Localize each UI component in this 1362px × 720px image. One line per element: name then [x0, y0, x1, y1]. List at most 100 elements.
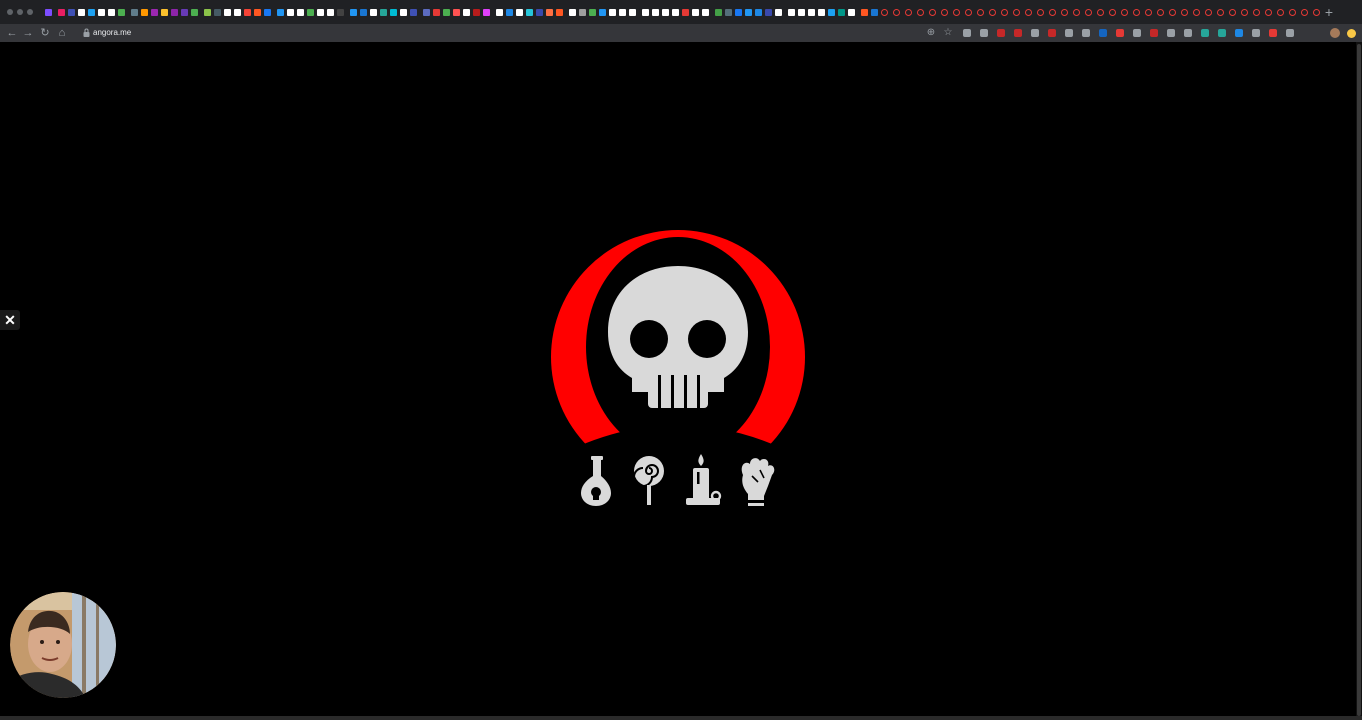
- pinned-tab[interactable]: [1289, 9, 1296, 16]
- pinned-tab[interactable]: [546, 9, 553, 16]
- pinned-tab[interactable]: [516, 9, 523, 16]
- extension-icon[interactable]: [1201, 29, 1209, 37]
- pinned-tab[interactable]: [1001, 9, 1008, 16]
- pinned-tab[interactable]: [798, 9, 805, 16]
- zoom-icon[interactable]: ⊕: [925, 25, 937, 41]
- extension-icon[interactable]: [1184, 29, 1192, 37]
- extension-icon[interactable]: [1252, 29, 1260, 37]
- extension-icon[interactable]: [1286, 29, 1294, 37]
- pinned-tab[interactable]: [905, 9, 912, 16]
- pinned-tab[interactable]: [88, 9, 95, 16]
- pinned-tab[interactable]: [496, 9, 503, 16]
- pinned-tab[interactable]: [917, 9, 924, 16]
- extension-icon[interactable]: [1269, 29, 1277, 37]
- pinned-tab[interactable]: [599, 9, 606, 16]
- pinned-tab[interactable]: [1085, 9, 1092, 16]
- pinned-tab[interactable]: [702, 9, 709, 16]
- pinned-tab[interactable]: [463, 9, 470, 16]
- pinned-tab[interactable]: [506, 9, 513, 16]
- pinned-tab[interactable]: [307, 9, 314, 16]
- close-panel-button[interactable]: ✕: [0, 310, 20, 330]
- pinned-tab[interactable]: [108, 9, 115, 16]
- extension-icon[interactable]: [1082, 29, 1090, 37]
- extension-icon[interactable]: [1116, 29, 1124, 37]
- pinned-tab[interactable]: [370, 9, 377, 16]
- pinned-tab[interactable]: [725, 9, 732, 16]
- pinned-tab[interactable]: [715, 9, 722, 16]
- pinned-tab[interactable]: [1061, 9, 1068, 16]
- pinned-tab[interactable]: [380, 9, 387, 16]
- pinned-tab[interactable]: [473, 9, 480, 16]
- pinned-tab[interactable]: [619, 9, 626, 16]
- pinned-tab[interactable]: [755, 9, 762, 16]
- pinned-tab[interactable]: [861, 9, 868, 16]
- pinned-tab[interactable]: [1133, 9, 1140, 16]
- home-button[interactable]: ⌂: [55, 25, 69, 41]
- pinned-tab[interactable]: [277, 9, 284, 16]
- pinned-tab[interactable]: [118, 9, 125, 16]
- pinned-tab[interactable]: [775, 9, 782, 16]
- pinned-tab[interactable]: [131, 9, 138, 16]
- pinned-tab[interactable]: [589, 9, 596, 16]
- pinned-tab[interactable]: [941, 9, 948, 16]
- window-zoom-control[interactable]: [27, 9, 33, 15]
- pinned-tab[interactable]: [1253, 9, 1260, 16]
- pinned-tab[interactable]: [141, 9, 148, 16]
- extension-icon[interactable]: [997, 29, 1005, 37]
- bookmark-star-icon[interactable]: ☆: [942, 25, 954, 41]
- pinned-tab[interactable]: [244, 9, 251, 16]
- pinned-tab[interactable]: [400, 9, 407, 16]
- pinned-tab[interactable]: [818, 9, 825, 16]
- pinned-tab[interactable]: [871, 9, 878, 16]
- pinned-tab[interactable]: [1217, 9, 1224, 16]
- pinned-tab[interactable]: [662, 9, 669, 16]
- pinned-tab[interactable]: [1301, 9, 1308, 16]
- pinned-tab[interactable]: [1037, 9, 1044, 16]
- profile-avatar[interactable]: [1329, 25, 1341, 41]
- pinned-tab[interactable]: [443, 9, 450, 16]
- pinned-tab[interactable]: [264, 9, 271, 16]
- pinned-tab[interactable]: [453, 9, 460, 16]
- pinned-tab[interactable]: [965, 9, 972, 16]
- pinned-tab[interactable]: [953, 9, 960, 16]
- pinned-tab[interactable]: [569, 9, 576, 16]
- pinned-tab[interactable]: [1097, 9, 1104, 16]
- extension-icon[interactable]: [1235, 29, 1243, 37]
- pinned-tab[interactable]: [181, 9, 188, 16]
- pinned-tab[interactable]: [1193, 9, 1200, 16]
- pinned-tab[interactable]: [1169, 9, 1176, 16]
- extension-icon[interactable]: [1014, 29, 1022, 37]
- extension-icon[interactable]: [1150, 29, 1158, 37]
- extension-icon[interactable]: [1133, 29, 1141, 37]
- pinned-tab[interactable]: [423, 9, 430, 16]
- pinned-tab[interactable]: [410, 9, 417, 16]
- pinned-tab[interactable]: [287, 9, 294, 16]
- pinned-tab[interactable]: [828, 9, 835, 16]
- scrollbar[interactable]: [1356, 42, 1362, 720]
- pinned-tab[interactable]: [788, 9, 795, 16]
- pinned-tab[interactable]: [893, 9, 900, 16]
- pinned-tab[interactable]: [327, 9, 334, 16]
- extension-icon[interactable]: [1167, 29, 1175, 37]
- pinned-tab[interactable]: [1241, 9, 1248, 16]
- extension-icon[interactable]: [1218, 29, 1226, 37]
- pinned-tab[interactable]: [1121, 9, 1128, 16]
- pinned-tab[interactable]: [483, 9, 490, 16]
- pinned-tab[interactable]: [735, 9, 742, 16]
- extension-icon[interactable]: [1099, 29, 1107, 37]
- pinned-tab[interactable]: [526, 9, 533, 16]
- pinned-tab[interactable]: [254, 9, 261, 16]
- pinned-tab[interactable]: [1145, 9, 1152, 16]
- forward-button[interactable]: →: [21, 25, 35, 41]
- pinned-tab[interactable]: [151, 9, 158, 16]
- pinned-tab[interactable]: [337, 9, 344, 16]
- pinned-tab[interactable]: [556, 9, 563, 16]
- pinned-tab[interactable]: [224, 9, 231, 16]
- pinned-tab[interactable]: [191, 9, 198, 16]
- pinned-tab[interactable]: [1205, 9, 1212, 16]
- pinned-tab[interactable]: [609, 9, 616, 16]
- pinned-tab[interactable]: [629, 9, 636, 16]
- window-close-control[interactable]: [7, 9, 13, 15]
- scrollbar-thumb[interactable]: [1357, 44, 1361, 716]
- extension-icon[interactable]: [1065, 29, 1073, 37]
